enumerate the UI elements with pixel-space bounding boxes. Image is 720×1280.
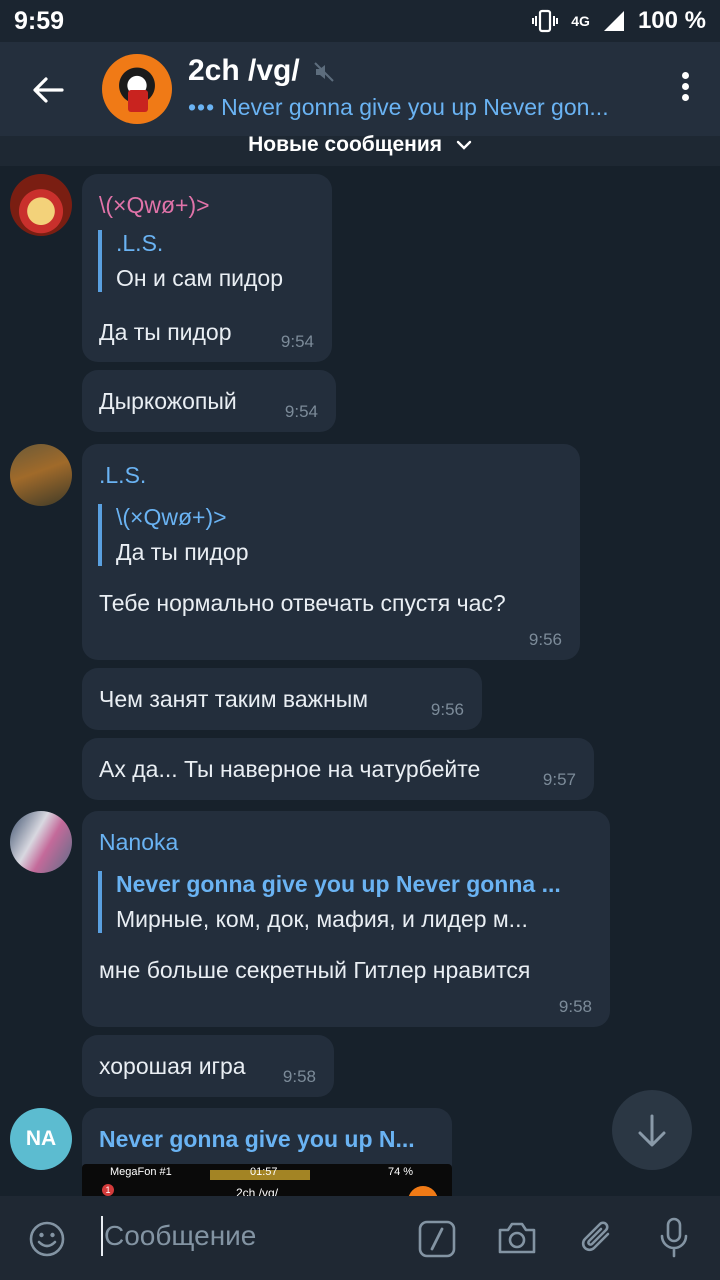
message-text: Ах да... Ты наверное на чатурбейте <box>99 756 481 782</box>
screenshot-title: 2ch /vg/ <box>236 1186 279 1196</box>
message-text: мне больше секретный Гитлер нравится <box>99 957 531 983</box>
reply-quote[interactable]: \(×Qwø+)> Да ты пидор <box>98 504 249 566</box>
message-text: хорошая игра <box>99 1053 246 1079</box>
chevron-down-icon <box>456 140 472 150</box>
status-time: 9:59 <box>14 7 65 35</box>
bot-command-icon[interactable] <box>418 1220 456 1258</box>
message-text: Тебе нормально отвечать спустя час? <box>99 590 506 616</box>
vibrate-icon <box>532 9 559 33</box>
muted-icon <box>314 62 334 82</box>
avatar[interactable] <box>10 444 72 506</box>
message-time: 9:54 <box>280 332 314 351</box>
reply-quote[interactable]: .L.S. Он и сам пидор <box>98 230 283 292</box>
message-text: Чем занят таким важным <box>99 686 369 712</box>
message-bubble[interactable]: Дыркожопый 9:54 <box>82 370 336 432</box>
message-bubble[interactable]: .L.S. \(×Qwø+)> Да ты пидор Тебе нормаль… <box>82 444 580 660</box>
reply-text: Да ты пидор <box>116 539 249 565</box>
message-time: 9:58 <box>282 1067 316 1086</box>
reply-text: Он и сам пидор <box>116 265 284 291</box>
sender-name[interactable]: .L.S. <box>99 462 146 489</box>
screenshot-statusbar: MegaFon #1 01:57 74 % <box>110 1166 414 1180</box>
reply-sender: Never gonna give you up Never gonna ... <box>116 871 561 897</box>
chat-avatar[interactable] <box>102 54 172 124</box>
message-text: Дыркожопый <box>99 388 237 414</box>
message-bubble[interactable]: \(×Qwø+)> .L.S. Он и сам пидор Да ты пид… <box>82 174 332 362</box>
screenshot-avatar <box>408 1186 438 1196</box>
message-text: Да ты пидор <box>99 319 232 345</box>
message-bubble[interactable]: Ах да... Ты наверное на чатурбейте 9:57 <box>82 738 594 800</box>
microphone-icon[interactable] <box>656 1216 692 1260</box>
signal-icon <box>603 11 624 31</box>
new-messages-banner[interactable]: Новые сообщения <box>0 134 720 166</box>
network-type: 4G <box>571 13 590 29</box>
message-time: 9:56 <box>528 630 562 649</box>
more-menu-icon[interactable] <box>682 72 690 106</box>
battery-level: 100 % <box>637 7 706 34</box>
attach-icon[interactable] <box>578 1218 618 1260</box>
reply-sender: .L.S. <box>116 230 164 256</box>
chat-title[interactable]: 2ch /vg/ <box>188 54 300 88</box>
avatar[interactable] <box>10 174 72 236</box>
chat-header: 2ch /vg/ ••• Never gonna give you up Neve… <box>0 42 720 136</box>
message-input-bar: Сообщение <box>0 1196 720 1280</box>
scroll-down-button[interactable] <box>612 1090 692 1170</box>
camera-icon[interactable] <box>496 1218 538 1258</box>
emoji-icon[interactable] <box>28 1220 66 1258</box>
message-time: 9:54 <box>284 402 318 421</box>
message-input[interactable]: Сообщение <box>104 1220 256 1252</box>
sender-name[interactable]: Never gonna give you up N... <box>99 1126 415 1153</box>
status-icons: 4G 100 % <box>531 7 706 35</box>
typing-indicator: ••• <box>188 94 216 120</box>
message-time: 9:57 <box>542 770 576 789</box>
reply-text: Мирные, ком, док, мафия, и лидер м... <box>116 906 528 932</box>
message-bubble[interactable]: Never gonna give you up N... MegaFon #1 … <box>82 1108 452 1196</box>
sender-name[interactable]: Nanoka <box>99 829 178 856</box>
message-bubble[interactable]: хорошая игра 9:58 <box>82 1035 334 1097</box>
avatar[interactable] <box>10 811 72 873</box>
text-caret <box>101 1216 103 1256</box>
message-time: 9:56 <box>430 700 464 719</box>
message-time: 9:58 <box>558 997 592 1016</box>
screenshot-image[interactable]: MegaFon #1 01:57 74 % 1 2ch /vg/ <box>82 1164 452 1196</box>
screenshot-badge: 1 <box>102 1184 114 1196</box>
arrow-down-icon <box>638 1114 666 1147</box>
message-bubble[interactable]: Чем занят таким важным 9:56 <box>82 668 482 730</box>
message-bubble[interactable]: Nanoka Never gonna give you up Never gon… <box>82 811 610 1027</box>
chat-subtitle: ••• Never gonna give you up Never gon... <box>188 94 609 120</box>
reply-sender: \(×Qwø+)> <box>116 504 227 530</box>
back-arrow-icon[interactable] <box>28 70 68 110</box>
reply-quote[interactable]: Never gonna give you up Never gonna ... … <box>98 871 561 933</box>
sender-name[interactable]: \(×Qwø+)> <box>99 192 210 219</box>
avatar[interactable]: NA <box>10 1108 72 1170</box>
status-bar: 9:59 4G 100 % <box>0 0 720 42</box>
